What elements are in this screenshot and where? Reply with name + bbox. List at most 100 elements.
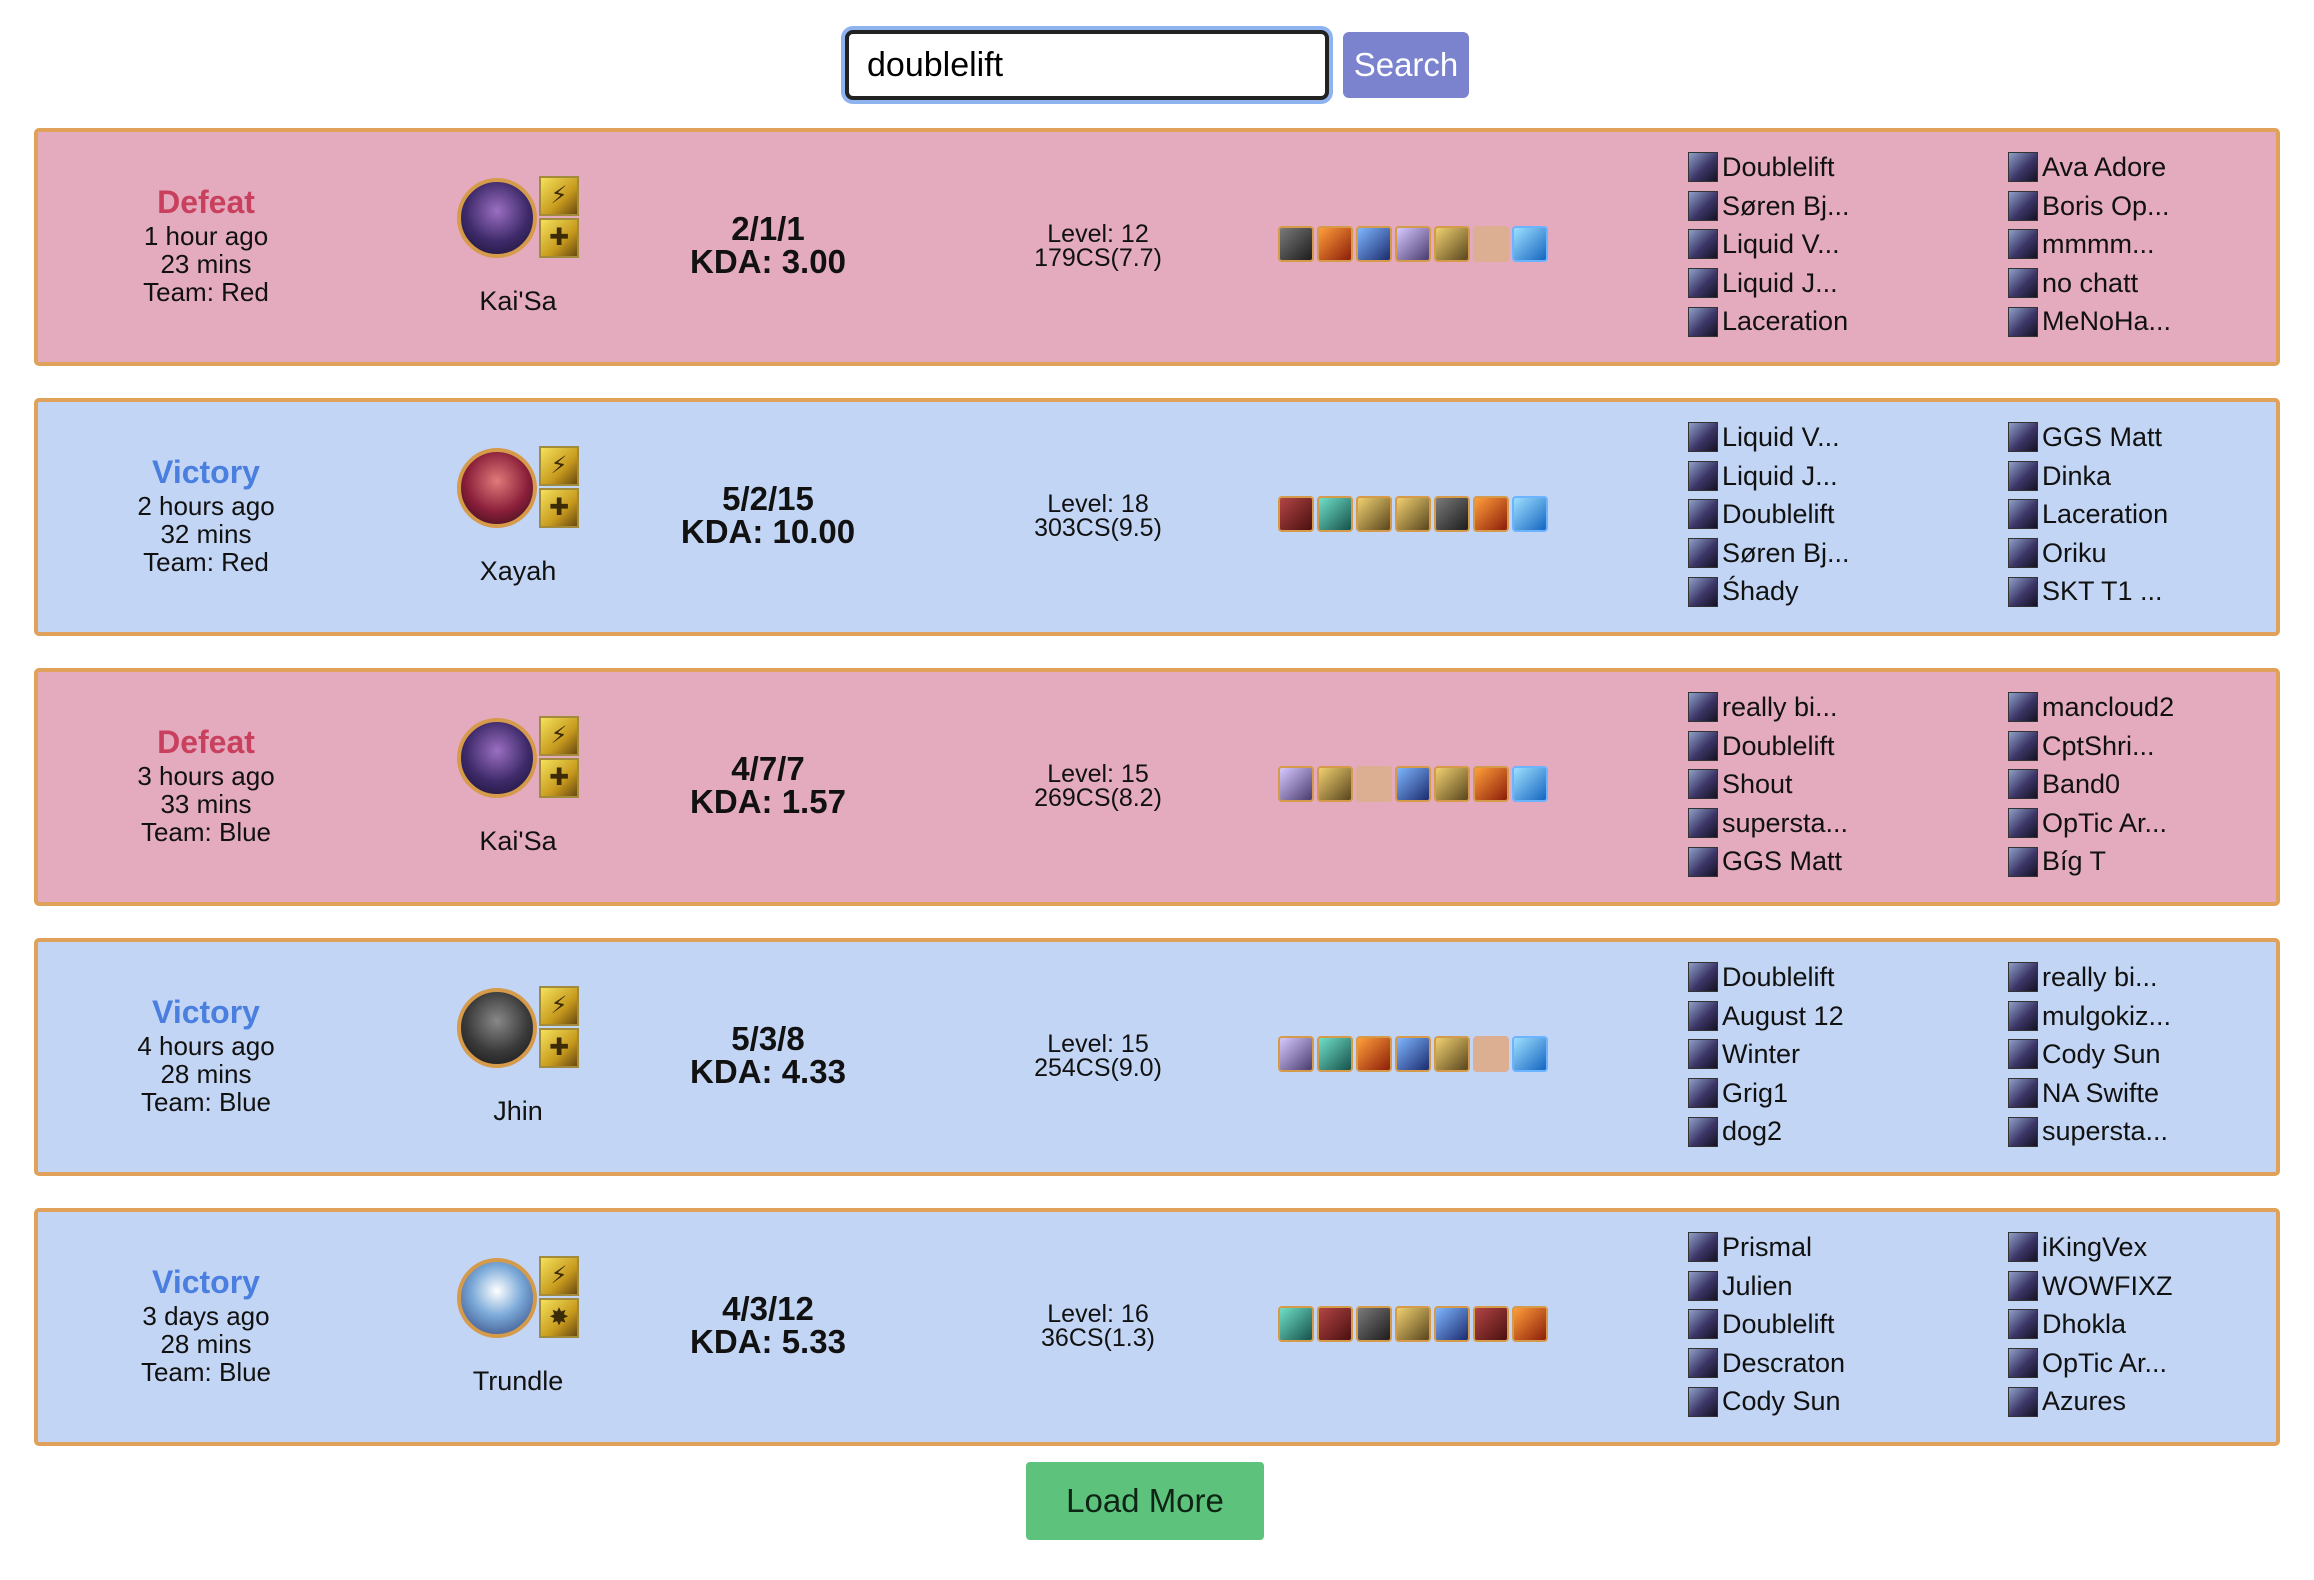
item-icon[interactable] bbox=[1473, 766, 1509, 802]
player-row[interactable]: Cody Sun bbox=[1688, 1382, 1898, 1421]
player-row[interactable]: Bíg T bbox=[2008, 842, 2218, 881]
player-row[interactable]: iKingVex bbox=[2008, 1228, 2218, 1267]
player-name[interactable]: Søren Bj... bbox=[1722, 534, 1850, 573]
item-icon[interactable] bbox=[1395, 1306, 1431, 1342]
item-icon[interactable] bbox=[1512, 1306, 1548, 1342]
player-row[interactable]: really bi... bbox=[1688, 688, 1898, 727]
player-row[interactable]: OpTic Ar... bbox=[2008, 1344, 2218, 1383]
player-row[interactable]: Liquid J... bbox=[1688, 457, 1898, 496]
empty-item-slot[interactable] bbox=[1473, 226, 1509, 262]
player-row[interactable]: Liquid J... bbox=[1688, 264, 1898, 303]
player-name[interactable]: mancloud2 bbox=[2042, 688, 2174, 727]
player-name[interactable]: OpTic Ar... bbox=[2042, 804, 2167, 843]
player-row[interactable]: Band0 bbox=[2008, 765, 2218, 804]
player-name[interactable]: Descraton bbox=[1722, 1344, 1845, 1383]
player-name[interactable]: Doublelift bbox=[1722, 958, 1835, 997]
player-row[interactable]: Søren Bj... bbox=[1688, 534, 1898, 573]
player-row[interactable]: Prismal bbox=[1688, 1228, 1898, 1267]
item-icon[interactable] bbox=[1434, 496, 1470, 532]
player-row[interactable]: Descraton bbox=[1688, 1344, 1898, 1383]
item-icon[interactable] bbox=[1512, 766, 1548, 802]
item-icon[interactable] bbox=[1473, 1306, 1509, 1342]
summoner-search-input[interactable] bbox=[845, 30, 1329, 100]
item-icon[interactable] bbox=[1278, 766, 1314, 802]
player-name[interactable]: really bi... bbox=[2042, 958, 2158, 997]
player-row[interactable]: Liquid V... bbox=[1688, 418, 1898, 457]
player-row[interactable]: NA Swifte bbox=[2008, 1074, 2218, 1113]
player-row[interactable]: Doublelift bbox=[1688, 148, 1898, 187]
player-row[interactable]: Boris Op... bbox=[2008, 187, 2218, 226]
player-name[interactable]: GGS Matt bbox=[2042, 418, 2162, 457]
player-row[interactable]: Laceration bbox=[1688, 302, 1898, 341]
player-row[interactable]: really bi... bbox=[2008, 958, 2218, 997]
player-name[interactable]: Doublelift bbox=[1722, 495, 1835, 534]
player-name[interactable]: Liquid J... bbox=[1722, 264, 1838, 303]
item-icon[interactable] bbox=[1356, 1036, 1392, 1072]
player-name[interactable]: iKingVex bbox=[2042, 1228, 2147, 1267]
player-row[interactable]: no chatt bbox=[2008, 264, 2218, 303]
item-icon[interactable] bbox=[1278, 496, 1314, 532]
player-name[interactable]: Azures bbox=[2042, 1382, 2126, 1421]
player-row[interactable]: WOWFIXZ bbox=[2008, 1267, 2218, 1306]
player-name[interactable]: Laceration bbox=[2042, 495, 2168, 534]
player-row[interactable]: Doublelift bbox=[1688, 727, 1898, 766]
item-icon[interactable] bbox=[1512, 496, 1548, 532]
player-row[interactable]: supersta... bbox=[2008, 1112, 2218, 1151]
player-row[interactable]: Cody Sun bbox=[2008, 1035, 2218, 1074]
player-row[interactable]: Winter bbox=[1688, 1035, 1898, 1074]
player-row[interactable]: CptShri... bbox=[2008, 727, 2218, 766]
player-row[interactable]: Dhokla bbox=[2008, 1305, 2218, 1344]
item-icon[interactable] bbox=[1317, 1036, 1353, 1072]
player-row[interactable]: Oriku bbox=[2008, 534, 2218, 573]
player-row[interactable]: SKT T1 ... bbox=[2008, 572, 2218, 611]
empty-item-slot[interactable] bbox=[1473, 1036, 1509, 1072]
player-row[interactable]: mmmm... bbox=[2008, 225, 2218, 264]
player-name[interactable]: Liquid V... bbox=[1722, 225, 1840, 264]
player-name[interactable]: mmmm... bbox=[2042, 225, 2154, 264]
player-name[interactable]: Dinka bbox=[2042, 457, 2111, 496]
item-icon[interactable] bbox=[1395, 1036, 1431, 1072]
player-row[interactable]: GGS Matt bbox=[1688, 842, 1898, 881]
player-name[interactable]: Cody Sun bbox=[2042, 1035, 2161, 1074]
player-name[interactable]: Doublelift bbox=[1722, 148, 1835, 187]
item-icon[interactable] bbox=[1278, 1306, 1314, 1342]
player-name[interactable]: Liquid J... bbox=[1722, 457, 1838, 496]
player-name[interactable]: Oriku bbox=[2042, 534, 2107, 573]
player-row[interactable]: MeNoHa... bbox=[2008, 302, 2218, 341]
player-name[interactable]: Dhokla bbox=[2042, 1305, 2126, 1344]
player-name[interactable]: Cody Sun bbox=[1722, 1382, 1841, 1421]
empty-item-slot[interactable] bbox=[1356, 766, 1392, 802]
item-icon[interactable] bbox=[1317, 1306, 1353, 1342]
search-button[interactable]: Search bbox=[1343, 32, 1469, 98]
item-icon[interactable] bbox=[1395, 226, 1431, 262]
player-row[interactable]: Søren Bj... bbox=[1688, 187, 1898, 226]
player-name[interactable]: Doublelift bbox=[1722, 1305, 1835, 1344]
player-name[interactable]: Grig1 bbox=[1722, 1074, 1788, 1113]
player-row[interactable]: mancloud2 bbox=[2008, 688, 2218, 727]
player-row[interactable]: Azures bbox=[2008, 1382, 2218, 1421]
player-name[interactable]: MeNoHa... bbox=[2042, 302, 2171, 341]
player-name[interactable]: CptShri... bbox=[2042, 727, 2155, 766]
item-icon[interactable] bbox=[1317, 226, 1353, 262]
player-row[interactable]: GGS Matt bbox=[2008, 418, 2218, 457]
player-name[interactable]: Boris Op... bbox=[2042, 187, 2170, 226]
player-row[interactable]: Grig1 bbox=[1688, 1074, 1898, 1113]
player-row[interactable]: Laceration bbox=[2008, 495, 2218, 534]
player-row[interactable]: Julien bbox=[1688, 1267, 1898, 1306]
player-name[interactable]: Liquid V... bbox=[1722, 418, 1840, 457]
player-row[interactable]: Śhady bbox=[1688, 572, 1898, 611]
player-row[interactable]: August 12 bbox=[1688, 997, 1898, 1036]
player-row[interactable]: Doublelift bbox=[1688, 1305, 1898, 1344]
item-icon[interactable] bbox=[1434, 1036, 1470, 1072]
player-name[interactable]: Søren Bj... bbox=[1722, 187, 1850, 226]
item-icon[interactable] bbox=[1512, 226, 1548, 262]
player-name[interactable]: Bíg T bbox=[2042, 842, 2106, 881]
player-row[interactable]: Liquid V... bbox=[1688, 225, 1898, 264]
item-icon[interactable] bbox=[1434, 226, 1470, 262]
player-name[interactable]: really bi... bbox=[1722, 688, 1838, 727]
player-name[interactable]: Winter bbox=[1722, 1035, 1800, 1074]
player-name[interactable]: WOWFIXZ bbox=[2042, 1267, 2172, 1306]
player-name[interactable]: no chatt bbox=[2042, 264, 2138, 303]
player-name[interactable]: August 12 bbox=[1722, 997, 1844, 1036]
player-name[interactable]: supersta... bbox=[1722, 804, 1848, 843]
